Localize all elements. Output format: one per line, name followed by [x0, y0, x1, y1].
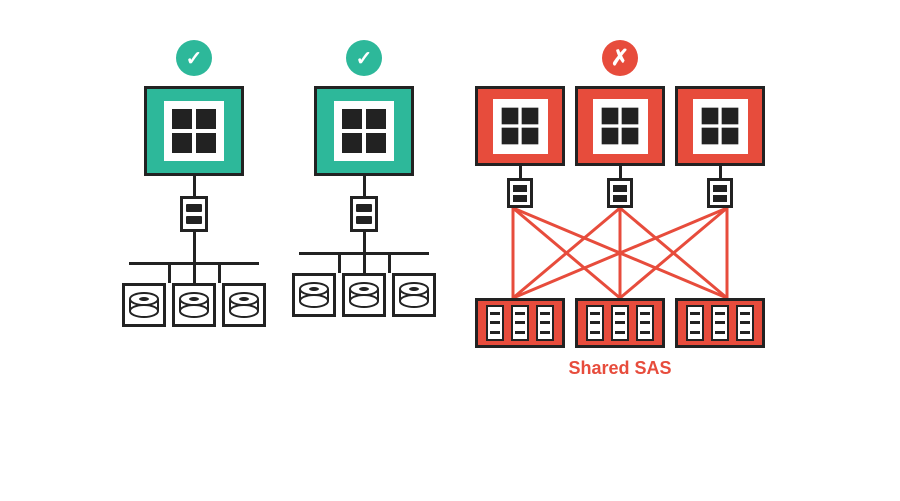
vline-3-1: [519, 166, 522, 178]
vline-2-disk2: [363, 255, 366, 273]
server-box-2: [314, 86, 414, 176]
vline-disk2: [193, 265, 196, 283]
server-row-3: [475, 86, 765, 208]
disk-1: [122, 283, 166, 327]
server-unit-3-3: [675, 86, 765, 208]
disk-2-2: [342, 273, 386, 317]
vline-3-2: [619, 166, 622, 178]
cross-lines-svg: [469, 208, 771, 298]
hba-3-3: [707, 178, 733, 208]
shelf-disk-3-2: [711, 305, 729, 341]
vline-3-3: [719, 166, 722, 178]
server-box-3-2: [575, 86, 665, 166]
hba-2: [350, 196, 378, 232]
shelf-disk-1-1: [486, 305, 504, 341]
server-unit-3-1: [475, 86, 565, 208]
vline-2a: [363, 176, 366, 196]
hba-3-1: [507, 178, 533, 208]
windows-logo-1: [164, 101, 224, 161]
disk-3: [222, 283, 266, 327]
server-unit-3-2: [575, 86, 665, 208]
shelf-disk-2-1: [586, 305, 604, 341]
shared-sas-label: Shared SAS: [568, 358, 671, 379]
diagram-1: [129, 86, 259, 327]
shelf-disk-1-3: [536, 305, 554, 341]
windows-logo-2: [334, 101, 394, 161]
badge-1: ✓: [176, 40, 212, 76]
server-box-3-1: [475, 86, 565, 166]
badge-3: ✗: [602, 40, 638, 76]
shelf-disk-2-3: [636, 305, 654, 341]
vline-1a: [193, 176, 196, 196]
hba-1: [180, 196, 208, 232]
hba-3-2: [607, 178, 633, 208]
shelf-disk-3-3: [736, 305, 754, 341]
diagram-2: [299, 86, 429, 317]
shelf-disk-2-2: [611, 305, 629, 341]
win-logo-3-3: [693, 99, 748, 154]
vline-2-disk3: [388, 255, 391, 273]
diagram-container: ✓: [0, 0, 900, 501]
win-logo-3-1: [493, 99, 548, 154]
server-box-1: [144, 86, 244, 176]
disk-shelf-3-2: [575, 298, 665, 348]
disk-shelves-row: [475, 298, 765, 348]
disk-shelf-3-3: [675, 298, 765, 348]
vline-2b: [363, 232, 366, 252]
vline-disk3: [218, 265, 221, 283]
disk-group-1: [122, 283, 266, 327]
disk-2: [172, 283, 216, 327]
disk-shelf-3-1: [475, 298, 565, 348]
shelf-disk-3-1: [686, 305, 704, 341]
disk-group-2: [292, 273, 436, 317]
cross-connections: [469, 208, 771, 298]
badge-2: ✓: [346, 40, 382, 76]
shelf-disk-1-2: [511, 305, 529, 341]
vline-2-disk1: [338, 255, 341, 273]
diagram-3: Shared SAS: [469, 86, 771, 379]
server-box-3-3: [675, 86, 765, 166]
disk-2-3: [392, 273, 436, 317]
win-logo-3-2: [593, 99, 648, 154]
disk-2-1: [292, 273, 336, 317]
vline-1b: [193, 232, 196, 262]
vline-disk1: [168, 265, 171, 283]
